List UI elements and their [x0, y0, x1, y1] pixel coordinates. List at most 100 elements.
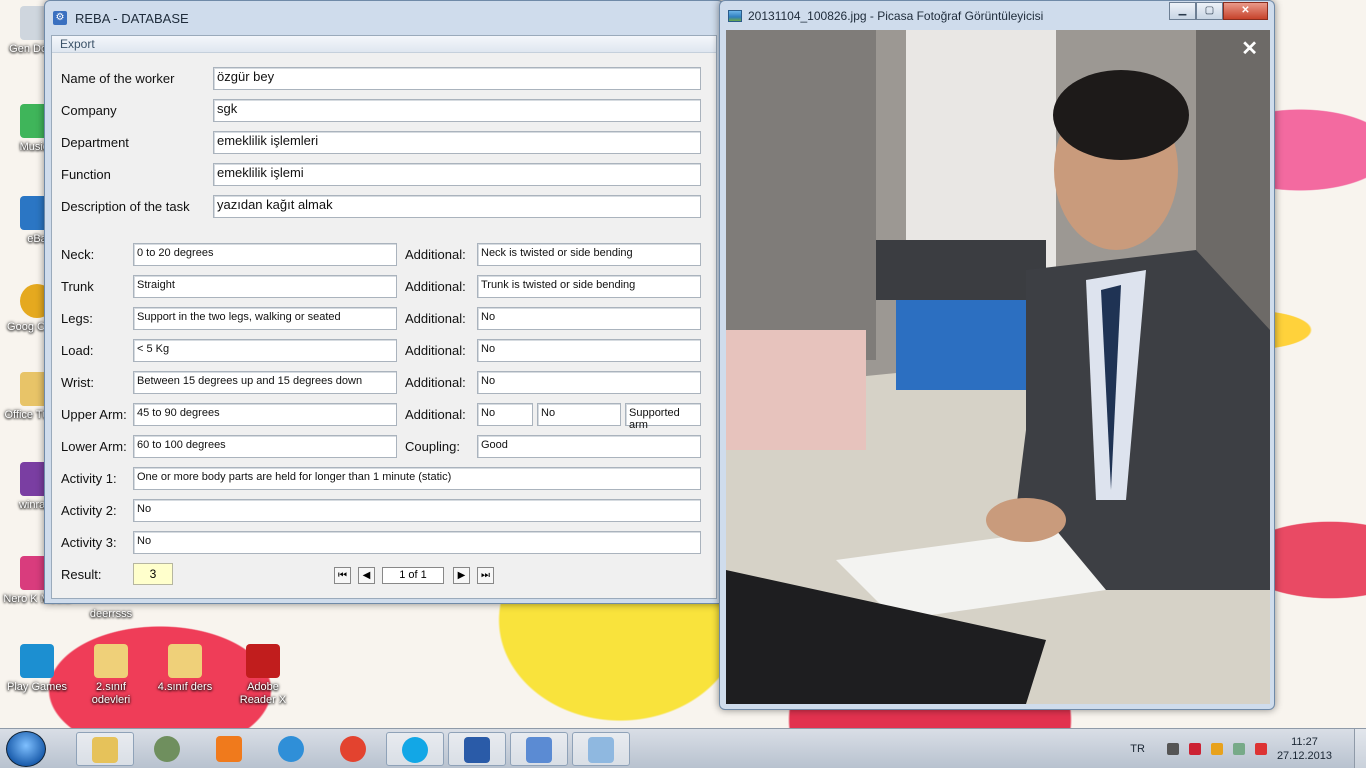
label-upper-arm: Upper Arm: [61, 407, 127, 422]
photo-close-icon[interactable]: ✕ [1241, 36, 1258, 61]
show-desktop-button[interactable] [1354, 729, 1366, 768]
taskbar-chrome[interactable] [324, 732, 382, 766]
label-trunk-additional: Additional: [405, 279, 466, 294]
volume-icon[interactable] [1254, 743, 1267, 755]
label-legs: Legs: [61, 311, 93, 326]
field-legs[interactable]: Support in the two legs, walking or seat… [133, 307, 397, 330]
games-icon [20, 644, 54, 678]
field-activity-1[interactable]: One or more body parts are held for long… [133, 467, 701, 490]
taskbar-word[interactable] [448, 732, 506, 766]
field-neck[interactable]: 0 to 20 degrees [133, 243, 397, 266]
chrome-icon [340, 736, 366, 762]
label-coupling: Coupling: [405, 439, 460, 454]
label-load: Load: [61, 343, 94, 358]
menubar: Export [52, 36, 716, 53]
start-button[interactable] [6, 731, 46, 767]
flag-icon[interactable] [1188, 743, 1201, 755]
folder-icon [94, 644, 128, 678]
taskbar-internet-explorer[interactable] [262, 732, 320, 766]
skype-icon [402, 737, 428, 763]
label-neck-additional: Additional: [405, 247, 466, 262]
picasa-title: 20131104_100826.jpg - Picasa Fotoğraf Gö… [748, 9, 1044, 23]
taskbar-media-center[interactable] [138, 732, 196, 766]
field-activity-3[interactable]: No [133, 531, 701, 554]
field-coupling[interactable]: Good [477, 435, 701, 458]
maximize-button[interactable]: ▢ [1196, 2, 1223, 20]
show-hidden-icons-icon[interactable] [1166, 743, 1179, 755]
field-activity-2[interactable]: No [133, 499, 701, 522]
reba-form: Name of the worker özgür bey Company sgk… [52, 53, 716, 599]
field-lower-arm[interactable]: 60 to 100 degrees [133, 435, 397, 458]
label-result: Result: [61, 567, 102, 582]
network-icon[interactable] [1210, 743, 1223, 755]
folder-icon [168, 644, 202, 678]
explorer-icon [92, 737, 118, 763]
label-activity-2: Activity 2: [61, 503, 117, 518]
field-wrist[interactable]: Between 15 degrees up and 15 degrees dow… [133, 371, 397, 394]
label-function: Function [61, 167, 111, 182]
field-function[interactable]: emeklilik işlemi [213, 163, 701, 186]
battery-icon[interactable] [1232, 743, 1245, 755]
field-department[interactable]: emeklilik işlemleri [213, 131, 701, 154]
field-neck-additional[interactable]: Neck is twisted or side bending [477, 243, 701, 266]
close-button[interactable]: ✕ [1223, 2, 1268, 20]
picasa-icon [728, 10, 742, 22]
label-lower-arm: Lower Arm: [61, 439, 127, 454]
reba-titlebar[interactable]: ⚙ REBA - DATABASE [45, 1, 723, 35]
internet-explorer-icon [278, 736, 304, 762]
menu-export[interactable]: Export [60, 37, 95, 51]
clock[interactable]: 11:27 27.12.2013 [1277, 735, 1332, 763]
field-load[interactable]: < 5 Kg [133, 339, 397, 362]
media-player-icon [216, 736, 242, 762]
system-tray: TR 11:27 27.12.2013 [1130, 729, 1366, 768]
field-upper-arm-additional-3[interactable]: Supported arm [625, 403, 701, 431]
language-indicator[interactable]: TR [1130, 743, 1145, 755]
clock-date: 27.12.2013 [1276, 750, 1332, 762]
picasa-icon [588, 737, 614, 763]
field-upper-arm-additional-2[interactable]: No [537, 403, 621, 426]
field-upper-arm[interactable]: 45 to 90 degrees [133, 403, 397, 426]
label-worker: Name of the worker [61, 71, 175, 86]
label-wrist: Wrist: [61, 375, 94, 390]
taskbar-media-player[interactable] [200, 732, 258, 766]
label-load-additional: Additional: [405, 343, 466, 358]
taskbar-explorer[interactable] [76, 732, 134, 766]
reba-title: REBA - DATABASE [75, 10, 189, 26]
field-wrist-additional[interactable]: No [477, 371, 701, 394]
app-icon: ⚙ [53, 11, 67, 25]
label-legs-additional: Additional: [405, 311, 466, 326]
field-trunk-additional[interactable]: Trunk is twisted or side bending [477, 275, 701, 298]
field-worker[interactable]: özgür bey [213, 67, 701, 90]
office-photo [726, 30, 1270, 704]
field-legs-additional[interactable]: No [477, 307, 701, 330]
taskbar-skype[interactable] [386, 732, 444, 766]
photo-display: ✕ [726, 30, 1270, 704]
picasa-window[interactable]: 20131104_100826.jpg - Picasa Fotoğraf Gö… [719, 0, 1275, 710]
desktop-icon-play-games[interactable]: Play Games [2, 644, 72, 694]
label-activity-3: Activity 3: [61, 535, 117, 550]
field-trunk[interactable]: Straight [133, 275, 397, 298]
nav-record-indicator[interactable]: 1 of 1 [382, 567, 444, 584]
nav-next-button[interactable]: ▶ [453, 567, 470, 584]
nav-last-button[interactable]: ⏭ [477, 567, 494, 584]
desktop-icon-4sinif[interactable]: 4.sınıf ders [150, 644, 220, 694]
adobe-reader-icon [246, 644, 280, 678]
taskbar-picasa[interactable] [572, 732, 630, 766]
desktop-icon-2sinif[interactable]: 2.sınıf odevleri [76, 644, 146, 707]
label-company: Company [61, 103, 117, 118]
field-task[interactable]: yazıdan kağıt almak [213, 195, 701, 218]
taskbar-finder[interactable] [510, 732, 568, 766]
reba-window[interactable]: ⚙ REBA - DATABASE Export Name of the wor… [44, 0, 724, 604]
window-controls: ▁ ▢ ✕ [1169, 2, 1268, 20]
reba-client-area: Export Name of the worker özgür bey Comp… [51, 35, 717, 599]
minimize-button[interactable]: ▁ [1169, 2, 1196, 20]
nav-first-button[interactable]: ⏮ [334, 567, 351, 584]
label-upper-arm-additional: Additional: [405, 407, 466, 422]
label-department: Department [61, 135, 129, 150]
field-load-additional[interactable]: No [477, 339, 701, 362]
finder-icon [526, 737, 552, 763]
field-company[interactable]: sgk [213, 99, 701, 122]
field-upper-arm-additional-1[interactable]: No [477, 403, 533, 426]
nav-prev-button[interactable]: ◀ [358, 567, 375, 584]
desktop-icon-adobe[interactable]: Adobe Reader X [228, 644, 298, 707]
